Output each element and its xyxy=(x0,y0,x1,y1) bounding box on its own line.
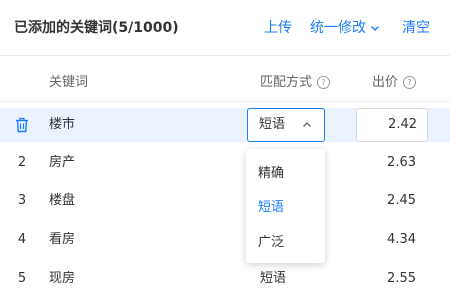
match-option-phrase[interactable]: 短语 xyxy=(258,196,284,215)
column-header-keyword: 关键词 xyxy=(49,75,89,90)
column-header-match-type: 匹配方式? xyxy=(260,71,331,90)
keyword-list-header: 已添加的关键词(5/1000) 上传 统一修改 清空 xyxy=(0,0,450,56)
match-type-dropdown-menu: 精确 短语 广泛 xyxy=(246,149,325,263)
table-row: 3 楼盘 2.45 xyxy=(0,184,450,218)
keyword-cell: 现房 xyxy=(49,271,76,286)
bid-input[interactable]: 2.42 xyxy=(356,108,428,142)
keyword-cell: 楼市 xyxy=(49,117,76,132)
bid-value[interactable]: 4.34 xyxy=(356,223,428,257)
bid-value[interactable]: 2.45 xyxy=(356,184,428,218)
bid-label: 出价 xyxy=(372,75,399,90)
chevron-up-icon xyxy=(303,122,311,127)
batch-edit-dropdown[interactable]: 统一修改 xyxy=(310,17,380,37)
bid-value[interactable]: 2.63 xyxy=(356,146,428,180)
table-row: 5 现房 短语 2.55 xyxy=(0,262,450,296)
row-index: 5 xyxy=(17,271,27,286)
chevron-down-icon xyxy=(370,23,380,33)
trash-icon[interactable] xyxy=(15,117,29,133)
batch-edit-label: 统一修改 xyxy=(310,20,366,36)
upload-link[interactable]: 上传 xyxy=(264,17,292,37)
clear-link[interactable]: 清空 xyxy=(402,17,430,37)
keyword-cell: 楼盘 xyxy=(49,193,76,208)
keyword-cell: 房产 xyxy=(49,155,76,170)
help-circle-icon[interactable]: ? xyxy=(317,76,331,89)
row-index: 4 xyxy=(17,232,27,247)
help-circle-icon[interactable]: ? xyxy=(403,76,417,89)
match-type-select-value: 短语 xyxy=(259,117,286,132)
keyword-cell: 看房 xyxy=(49,232,76,247)
table-row: 4 看房 4.34 xyxy=(0,223,450,257)
page-title: 已添加的关键词(5/1000) xyxy=(14,20,179,36)
bid-value[interactable]: 2.55 xyxy=(356,262,428,296)
match-type-cell[interactable]: 短语 xyxy=(260,262,286,296)
table-header-divider xyxy=(0,101,450,102)
match-option-broad[interactable]: 广泛 xyxy=(258,231,284,250)
column-header-bid: 出价? xyxy=(372,71,417,90)
match-type-select[interactable]: 短语 xyxy=(247,108,325,142)
table-row: 2 房产 2.63 xyxy=(0,146,450,180)
match-type-label: 匹配方式 xyxy=(260,75,313,90)
row-index: 2 xyxy=(17,155,27,170)
table-row: 楼市 2.42 xyxy=(0,108,450,142)
row-index: 3 xyxy=(17,193,27,208)
match-option-exact[interactable]: 精确 xyxy=(258,162,284,181)
